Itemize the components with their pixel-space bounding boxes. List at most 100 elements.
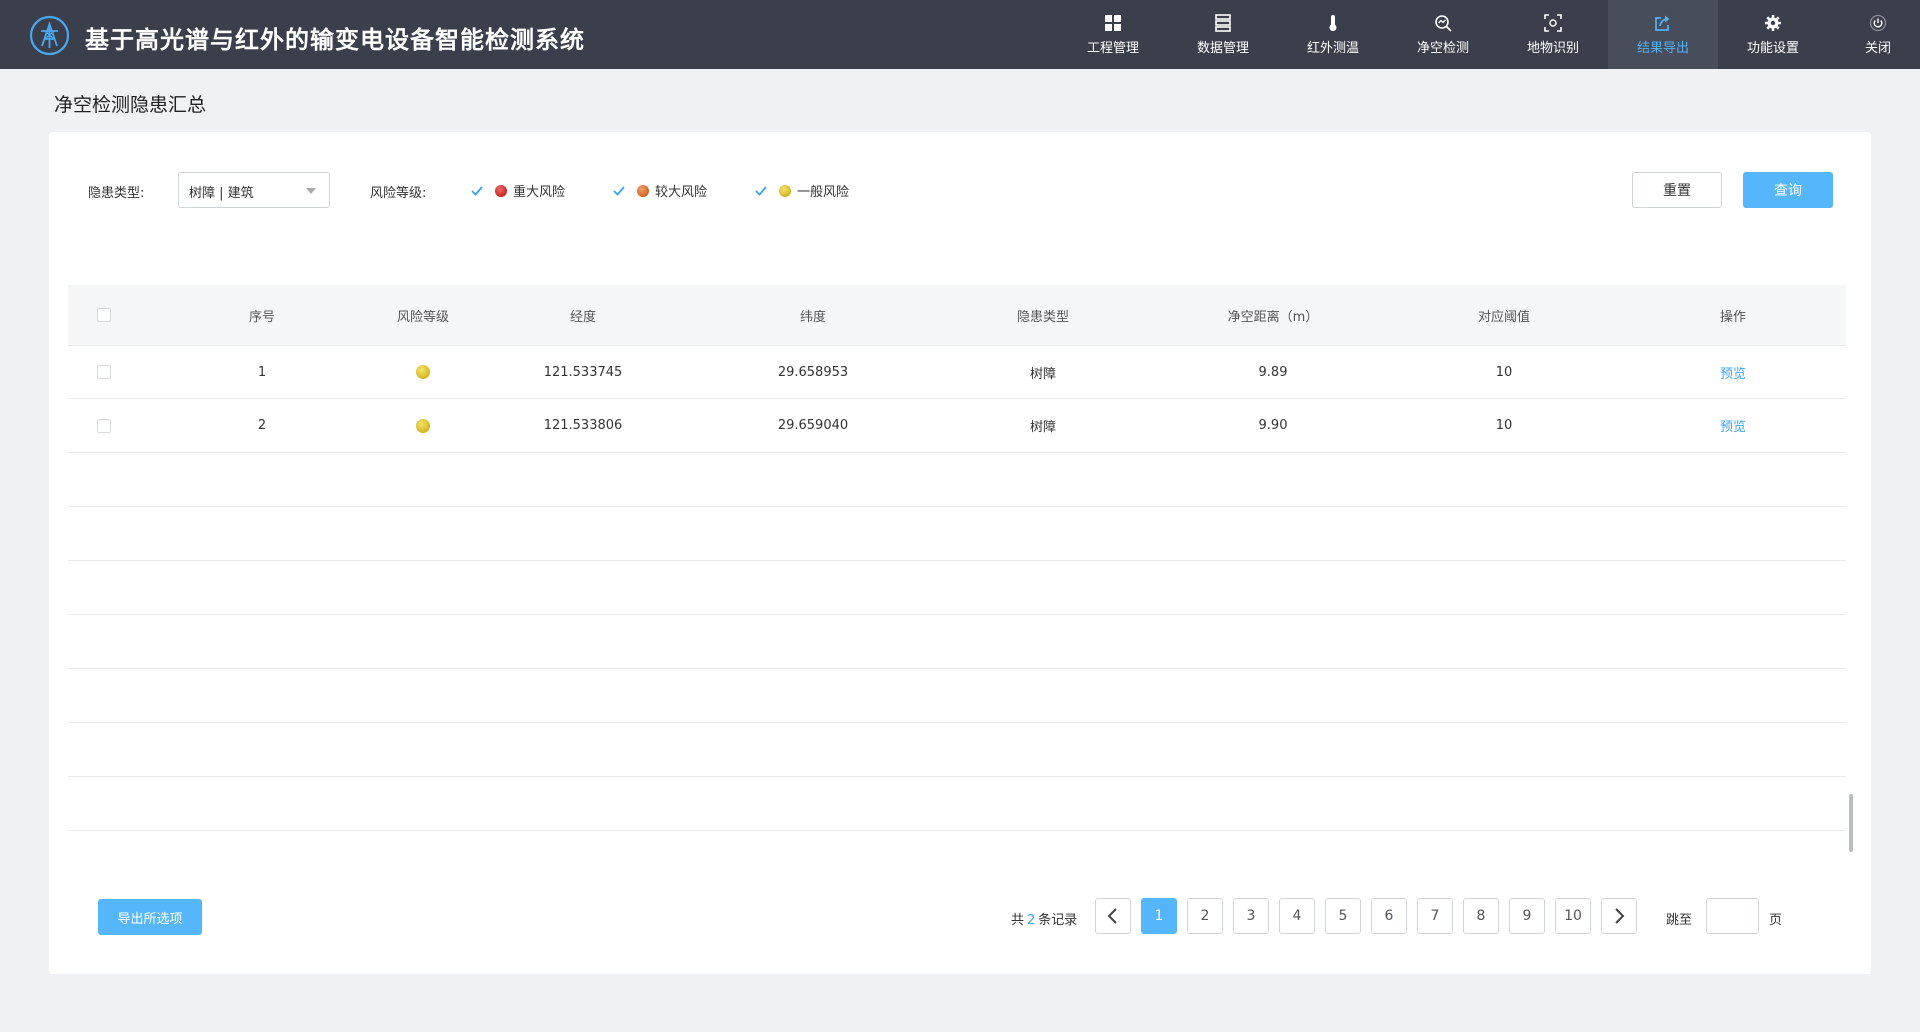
hazard-table: 序号 风险等级 经度 纬度 隐患类型 净空距离（m） 对应阈值 操作 1 121… <box>68 285 1846 831</box>
risk-option-general[interactable]: 一般风险 <box>754 181 849 200</box>
table-scrollbar[interactable] <box>1849 794 1853 852</box>
column-header-latitude[interactable]: 纬度 <box>800 285 826 345</box>
preview-link[interactable]: 预览 <box>1720 363 1746 382</box>
nav-item-label: 关闭 <box>1864 40 1891 56</box>
cell-index: 1 <box>257 364 267 380</box>
nav-item-project-management[interactable]: 工程管理 <box>1058 0 1168 69</box>
nav-item-label: 数据管理 <box>1196 40 1249 56</box>
record-count-prefix: 共 <box>1011 913 1025 928</box>
cell-hazard-type: 树障 <box>1029 420 1057 435</box>
checkmark-icon[interactable] <box>754 184 768 198</box>
column-header-threshold[interactable]: 对应阈值 <box>1478 285 1530 345</box>
nav-item-label: 红外测温 <box>1306 40 1359 56</box>
page-button-8[interactable]: 8 <box>1463 898 1499 934</box>
page-button-10[interactable]: 10 <box>1555 898 1591 934</box>
row-checkbox[interactable] <box>97 365 111 379</box>
nav-item-label: 结果导出 <box>1636 40 1689 56</box>
hazard-type-select[interactable]: 树障 | 建筑 <box>178 172 330 208</box>
scan-search-icon <box>1434 14 1452 32</box>
checkmark-icon[interactable] <box>612 184 626 198</box>
select-all-cell <box>97 285 111 345</box>
row-select-cell <box>97 346 111 398</box>
cell-action: 预览 <box>1720 399 1746 452</box>
record-count-suffix: 条记录 <box>1038 913 1078 928</box>
record-count: 共 2 条记录 <box>1011 909 1077 928</box>
page-unit-label: 页 <box>1769 913 1783 928</box>
jump-page-input[interactable] <box>1706 898 1759 934</box>
nav-item-label: 功能设置 <box>1746 40 1799 56</box>
checkmark-icon[interactable] <box>470 184 484 198</box>
cell-distance: 9.89 <box>1258 364 1288 380</box>
orange-risk-dot-icon <box>637 184 649 197</box>
top-navigation-bar: 基于高光谱与红外的输变电设备智能检测系统 工程管理 数据管理 红外测温 净空检测 <box>0 0 1920 69</box>
nav-item-label: 工程管理 <box>1086 40 1139 56</box>
risk-option-label: 较大风险 <box>655 185 708 200</box>
jump-to-label: 跳至 <box>1666 913 1693 928</box>
chevron-down-icon <box>306 188 316 194</box>
page-button-1[interactable]: 1 <box>1141 898 1177 934</box>
page-button-2[interactable]: 2 <box>1187 898 1223 934</box>
cell-risk <box>416 399 430 452</box>
nav-item-object-recognition[interactable]: 地物识别 <box>1498 0 1608 69</box>
page-button-3[interactable]: 3 <box>1233 898 1269 934</box>
table-row[interactable]: 1 121.533745 29.658953 树障 9.89 10 预览 <box>68 345 1846 399</box>
risk-option-label: 重大风险 <box>513 185 566 200</box>
nav-item-data-management[interactable]: 数据管理 <box>1168 0 1278 69</box>
nav-item-function-settings[interactable]: 功能设置 <box>1718 0 1828 69</box>
nav-item-clearance-detection[interactable]: 净空检测 <box>1388 0 1498 69</box>
export-share-icon <box>1654 14 1672 32</box>
empty-table-row <box>68 561 1846 615</box>
next-page-button[interactable] <box>1601 898 1637 934</box>
page-button-6[interactable]: 6 <box>1371 898 1407 934</box>
page-button-5[interactable]: 5 <box>1325 898 1361 934</box>
column-header-longitude[interactable]: 经度 <box>570 285 596 345</box>
main-panel: 隐患类型: 树障 | 建筑 风险等级: 重大风险 较大风险 一般风险 重置 查询 <box>49 132 1871 974</box>
gear-icon <box>1764 14 1782 32</box>
page-button-7[interactable]: 7 <box>1417 898 1453 934</box>
thermometer-icon <box>1324 14 1342 32</box>
database-icon <box>1214 13 1232 32</box>
cell-longitude: 121.533745 <box>543 364 623 380</box>
risk-option-major[interactable]: 重大风险 <box>470 181 565 200</box>
yellow-risk-dot-icon <box>416 418 430 433</box>
risk-option-label: 一般风险 <box>797 185 850 200</box>
select-all-checkbox[interactable] <box>97 308 111 322</box>
query-button[interactable]: 查询 <box>1743 172 1833 208</box>
cell-latitude: 29.659040 <box>777 418 849 433</box>
column-header-risk[interactable]: 风险等级 <box>397 285 449 345</box>
red-risk-dot-icon <box>495 184 507 197</box>
cell-index: 2 <box>257 418 267 433</box>
empty-table-row <box>68 669 1846 723</box>
empty-table-row <box>68 777 1846 831</box>
chevron-left-icon <box>1107 908 1117 924</box>
export-selected-button[interactable]: 导出所选项 <box>98 899 202 935</box>
cell-action: 预览 <box>1720 346 1746 398</box>
cell-latitude: 29.658953 <box>777 364 849 380</box>
preview-link[interactable]: 预览 <box>1720 416 1746 435</box>
yellow-risk-dot-icon <box>416 365 430 379</box>
row-checkbox[interactable] <box>97 418 111 433</box>
empty-table-row <box>68 507 1846 561</box>
column-header-index[interactable]: 序号 <box>249 285 275 345</box>
empty-table-row <box>68 723 1846 777</box>
record-count-number: 2 <box>1027 913 1036 928</box>
nav-item-close[interactable]: 关闭 <box>1828 0 1920 69</box>
previous-page-button[interactable] <box>1095 898 1131 934</box>
reset-button[interactable]: 重置 <box>1632 172 1722 208</box>
power-icon <box>1869 14 1887 32</box>
table-header: 序号 风险等级 经度 纬度 隐患类型 净空距离（m） 对应阈值 操作 <box>68 285 1846 345</box>
table-row[interactable]: 2 121.533806 29.659040 树障 9.90 10 预览 <box>68 399 1846 453</box>
nav-item-result-export[interactable]: 结果导出 <box>1608 0 1718 69</box>
row-select-cell <box>97 399 111 452</box>
yellow-risk-dot-icon <box>779 184 791 197</box>
page-button-4[interactable]: 4 <box>1279 898 1315 934</box>
cell-longitude: 121.533806 <box>543 418 623 433</box>
page-button-9[interactable]: 9 <box>1509 898 1545 934</box>
column-header-action: 操作 <box>1719 309 1747 325</box>
column-header-clearance-distance[interactable]: 净空距离（m） <box>1228 285 1319 345</box>
nav-item-label: 净空检测 <box>1416 40 1469 56</box>
cell-hazard-type: 树障 <box>1029 366 1057 382</box>
nav-item-infrared-temperature[interactable]: 红外测温 <box>1278 0 1388 69</box>
column-header-hazard-type[interactable]: 隐患类型 <box>1017 285 1069 345</box>
risk-option-large[interactable]: 较大风险 <box>612 181 707 200</box>
